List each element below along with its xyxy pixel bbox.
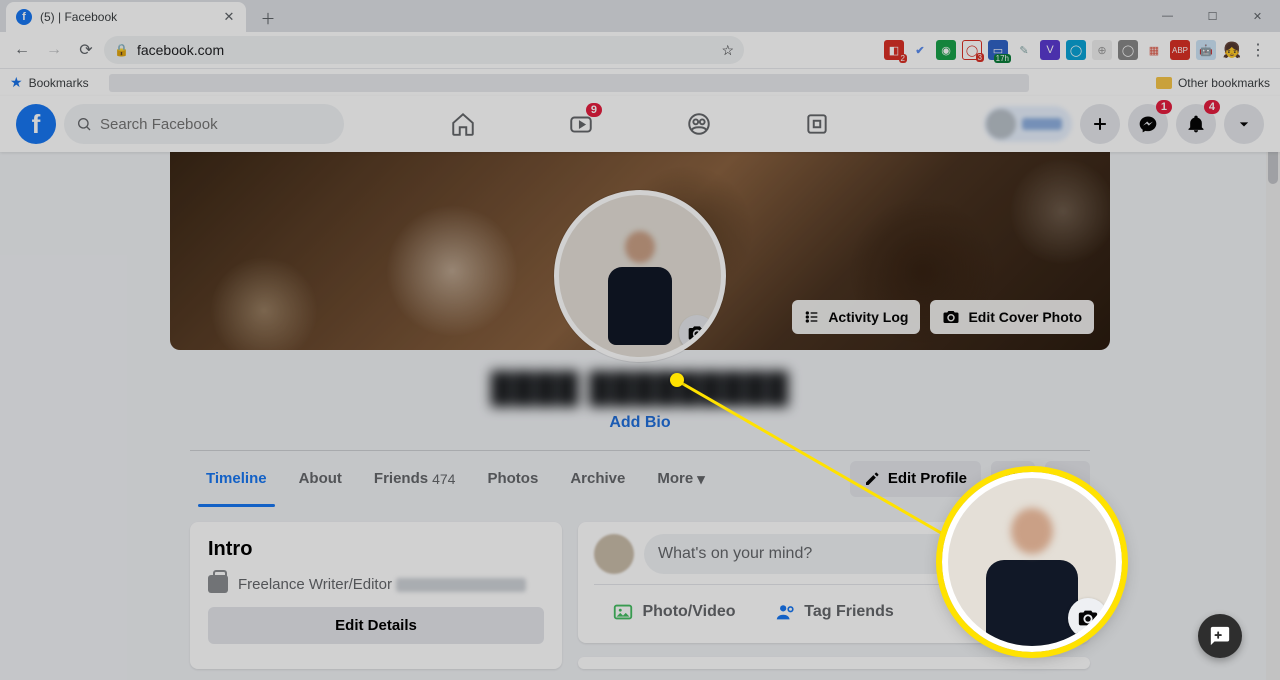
notif-badge: 4 — [1204, 100, 1220, 114]
reload-icon[interactable]: ⟳ — [72, 36, 100, 64]
activity-log-button[interactable]: Activity Log — [792, 300, 920, 334]
photo-video-button[interactable]: Photo/Video — [594, 593, 754, 631]
tab-archive[interactable]: Archive — [554, 451, 641, 507]
tab-title: (5) | Facebook — [40, 10, 222, 24]
profile-name: ████ █████████ — [491, 372, 790, 406]
account-menu[interactable] — [1224, 104, 1264, 144]
new-message-fab[interactable] — [1198, 614, 1242, 658]
back-icon[interactable]: ← — [8, 36, 36, 64]
list-icon — [804, 309, 820, 325]
nav-home[interactable] — [408, 99, 518, 149]
extension-icon[interactable]: 🤖 — [1196, 40, 1216, 60]
tab-about[interactable]: About — [283, 451, 358, 507]
update-photo-button[interactable] — [679, 315, 715, 351]
extension-icon[interactable]: ◯3 — [962, 40, 982, 60]
extension-icon[interactable]: ◯ — [1118, 40, 1138, 60]
camera-icon — [942, 308, 960, 326]
create-button[interactable] — [1080, 104, 1120, 144]
chat-plus-icon — [1209, 625, 1231, 647]
extension-icon[interactable]: ⊕ — [1092, 40, 1112, 60]
search-input[interactable] — [100, 116, 332, 133]
add-bio-link[interactable]: Add Bio — [170, 414, 1110, 432]
next-card-peek — [578, 657, 1090, 669]
extension-icon[interactable]: ABP — [1170, 40, 1190, 60]
tag-friends-button[interactable]: Tag Friends — [754, 593, 914, 631]
bookmarks-label[interactable]: Bookmarks — [29, 76, 89, 90]
lock-icon: 🔒 — [114, 43, 129, 57]
photo-icon — [612, 601, 634, 623]
edit-cover-button[interactable]: Edit Cover Photo — [930, 300, 1094, 334]
intro-card: Intro Freelance Writer/Editor Edit Detai… — [190, 522, 562, 669]
extension-icon[interactable]: ▦ — [1144, 40, 1164, 60]
cover-photo[interactable]: Activity Log Edit Cover Photo — [170, 152, 1110, 350]
extension-icon[interactable]: ✎ — [1014, 40, 1034, 60]
address-bar[interactable]: 🔒 facebook.com ☆ — [104, 36, 744, 64]
briefcase-icon — [208, 575, 228, 593]
extension-icon[interactable]: ✔ — [910, 40, 930, 60]
window-minimize-icon[interactable]: — — [1145, 0, 1190, 32]
tag-people-icon — [774, 601, 796, 623]
camera-icon — [1068, 598, 1108, 638]
extensions-row: ◧2 ✔ ◉ ◯3 ▭17h ✎ V ◯ ⊕ ◯ ▦ ABP 🤖 👧 ⋮ — [884, 40, 1272, 60]
extension-icon[interactable]: ▭17h — [988, 40, 1008, 60]
kebab-menu-icon[interactable]: ⋮ — [1248, 40, 1268, 60]
forward-icon[interactable]: → — [40, 36, 68, 64]
chevron-down-icon: ▾ — [697, 470, 705, 488]
scrollbar[interactable] — [1266, 96, 1280, 680]
url-text: facebook.com — [137, 42, 224, 58]
watch-badge: 9 — [586, 103, 602, 117]
edit-profile-button[interactable]: Edit Profile — [850, 461, 981, 497]
folder-icon — [1156, 77, 1172, 89]
camera-icon — [687, 323, 707, 343]
facebook-logo[interactable]: f — [16, 104, 56, 144]
extension-icon[interactable]: V — [1040, 40, 1060, 60]
nav-watch[interactable]: 9 — [526, 99, 636, 149]
bookmarks-star-icon: ★ — [10, 74, 23, 91]
intro-heading: Intro — [208, 538, 544, 561]
profile-avatar-icon[interactable]: 👧 — [1222, 40, 1242, 60]
profile-picture[interactable] — [554, 190, 726, 362]
intro-work-row: Freelance Writer/Editor — [208, 575, 544, 593]
nav-groups[interactable] — [644, 99, 754, 149]
new-tab-button[interactable]: ＋ — [254, 4, 282, 32]
profile-chip[interactable] — [984, 106, 1072, 142]
tab-friends[interactable]: Friends 474 — [358, 451, 472, 507]
tab-favicon: f — [16, 9, 32, 25]
extension-icon[interactable]: ◯ — [1066, 40, 1086, 60]
messenger-button[interactable]: 1 — [1128, 104, 1168, 144]
star-icon[interactable]: ☆ — [721, 42, 734, 59]
search-box[interactable] — [64, 104, 344, 144]
tab-more[interactable]: More ▾ — [641, 451, 720, 507]
tab-photos[interactable]: Photos — [471, 451, 554, 507]
nav-gaming[interactable] — [762, 99, 872, 149]
other-bookmarks[interactable]: Other bookmarks — [1156, 76, 1270, 90]
composer-avatar[interactable] — [594, 534, 634, 574]
redacted-text — [396, 578, 526, 592]
messenger-badge: 1 — [1156, 100, 1172, 114]
extension-icon[interactable]: ◧2 — [884, 40, 904, 60]
extension-icon[interactable]: ◉ — [936, 40, 956, 60]
bookmarks-blur — [109, 74, 1029, 92]
window-maximize-icon[interactable]: ☐ — [1190, 0, 1235, 32]
notifications-button[interactable]: 4 — [1176, 104, 1216, 144]
pencil-icon — [864, 471, 880, 487]
edit-details-button[interactable]: Edit Details — [208, 607, 544, 644]
tab-timeline[interactable]: Timeline — [190, 451, 283, 507]
callout-zoom-circle — [942, 472, 1122, 652]
browser-tab[interactable]: f (5) | Facebook ✕ — [6, 2, 246, 32]
close-tab-icon[interactable]: ✕ — [222, 10, 236, 24]
window-close-icon[interactable]: ✕ — [1235, 0, 1280, 32]
search-icon — [76, 116, 92, 132]
